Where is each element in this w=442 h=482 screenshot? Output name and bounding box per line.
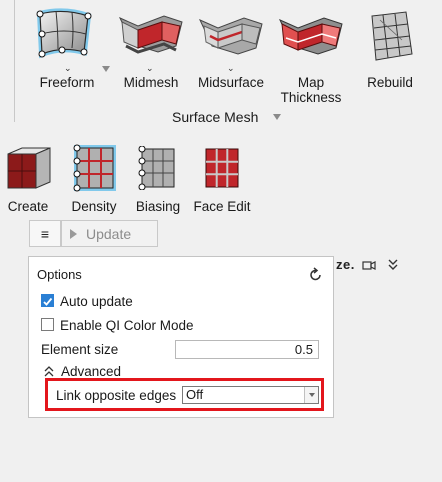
menu-button[interactable]: ≡ bbox=[29, 220, 61, 247]
rebuild-mesh-icon bbox=[371, 11, 413, 61]
link-opposite-edges-select[interactable]: Off bbox=[182, 386, 319, 404]
biasing-tool-button[interactable] bbox=[137, 145, 177, 191]
midsurface-label: Midsurface bbox=[197, 75, 265, 90]
play-icon bbox=[70, 228, 77, 239]
advanced-section-toggle[interactable]: Advanced bbox=[61, 364, 121, 379]
hidden-behind-panel-text: ze. bbox=[336, 257, 355, 272]
link-opposite-edges-value: Off bbox=[186, 387, 204, 402]
face-edit-tool-button[interactable] bbox=[202, 146, 242, 190]
midsurface-tool-button[interactable] bbox=[196, 12, 266, 62]
auto-update-checkbox[interactable] bbox=[41, 294, 54, 307]
face-edit-icon bbox=[205, 148, 239, 188]
biasing-label: Biasing bbox=[135, 199, 181, 214]
freeform-dropdown-caret-icon[interactable] bbox=[102, 66, 110, 72]
enable-qi-color-mode-label: Enable QI Color Mode bbox=[60, 318, 194, 333]
density-icon bbox=[73, 144, 116, 192]
surface-mesh-group-title: Surface Mesh bbox=[172, 109, 259, 125]
create-label: Create bbox=[7, 199, 49, 214]
enable-qi-color-mode-checkbox[interactable] bbox=[41, 318, 54, 331]
map-thickness-label-line2: Thickness bbox=[280, 90, 342, 105]
reset-icon[interactable] bbox=[308, 267, 324, 283]
freeform-label: Freeform bbox=[39, 75, 95, 90]
chevron-down-icon[interactable] bbox=[304, 387, 318, 403]
midmesh-icon bbox=[118, 15, 183, 54]
midmesh-chevron-icon[interactable]: ⌄ bbox=[146, 64, 154, 73]
create-mesh-icon bbox=[7, 147, 51, 189]
midmesh-label: Midmesh bbox=[123, 75, 179, 90]
density-label: Density bbox=[71, 199, 117, 214]
map-thickness-tool-button[interactable] bbox=[276, 12, 346, 62]
midsurface-icon bbox=[198, 17, 263, 55]
update-label: Update bbox=[86, 225, 132, 242]
midmesh-tool-button[interactable] bbox=[116, 12, 186, 62]
double-chevron-down-icon[interactable] bbox=[387, 258, 399, 275]
options-title: Options bbox=[37, 267, 82, 282]
checkmark-icon bbox=[43, 297, 53, 306]
auto-update-label: Auto update bbox=[60, 294, 133, 309]
hamburger-icon: ≡ bbox=[40, 225, 50, 242]
rebuild-label: Rebuild bbox=[367, 75, 413, 90]
create-tool-button[interactable] bbox=[6, 146, 52, 192]
freeform-tool-button[interactable] bbox=[28, 6, 100, 64]
update-button[interactable]: Update bbox=[61, 220, 158, 247]
link-opposite-edges-label: Link opposite edges bbox=[56, 388, 177, 403]
rebuild-tool-button[interactable] bbox=[366, 10, 416, 62]
biasing-icon bbox=[138, 145, 175, 191]
camera-icon[interactable] bbox=[362, 259, 376, 274]
element-size-label: Element size bbox=[41, 342, 119, 357]
freeform-chevron-icon[interactable]: ⌄ bbox=[64, 64, 72, 73]
element-size-field[interactable]: 0.5 bbox=[175, 340, 319, 359]
freeform-surface-icon bbox=[36, 8, 92, 59]
map-thickness-icon bbox=[278, 17, 343, 55]
ribbon-left-divider bbox=[14, 0, 15, 122]
midsurface-chevron-icon[interactable]: ⌄ bbox=[227, 64, 235, 73]
face-edit-label: Face Edit bbox=[193, 199, 251, 214]
density-tool-button[interactable] bbox=[72, 144, 118, 192]
map-thickness-label-line1: Map bbox=[297, 75, 325, 90]
surface-mesh-dropdown-caret-icon[interactable] bbox=[273, 114, 281, 120]
